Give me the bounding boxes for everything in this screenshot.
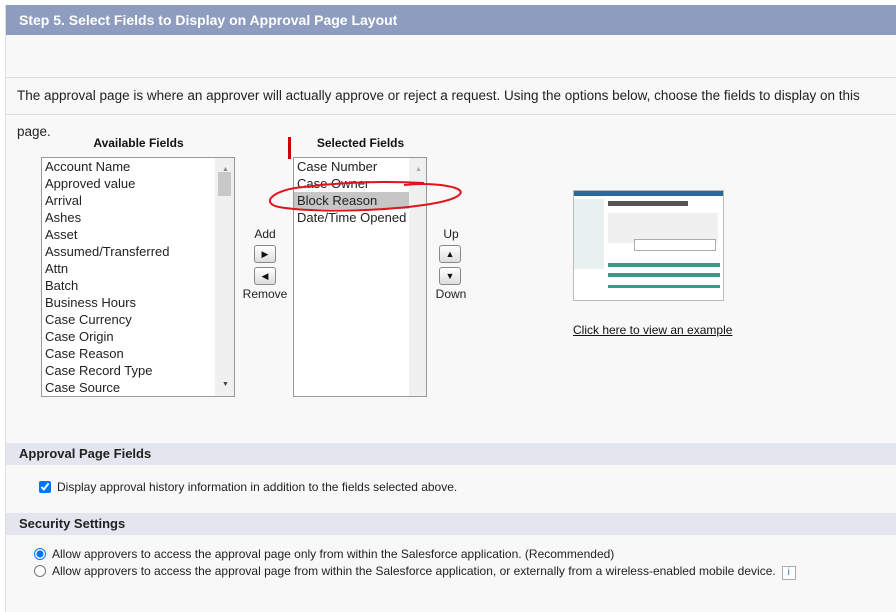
security-option-external[interactable]: Allow approvers to access the approval p… xyxy=(34,562,796,580)
example-thumbnail[interactable] xyxy=(573,190,724,301)
security-option-internal[interactable]: Allow approvers to access the approval p… xyxy=(34,547,614,561)
remove-label: Remove xyxy=(242,287,288,301)
approval-history-option[interactable]: Display approval history information in … xyxy=(39,480,457,494)
list-item[interactable]: Ashes xyxy=(42,209,234,226)
required-indicator xyxy=(288,137,291,159)
list-item[interactable]: Assumed/Transferred xyxy=(42,243,234,260)
approval-history-label: Display approval history information in … xyxy=(57,480,458,494)
scrollbar[interactable]: ▲ ▼ xyxy=(215,158,234,396)
list-item[interactable]: Account Name xyxy=(42,158,234,175)
list-item[interactable]: Business Hours xyxy=(42,294,234,311)
move-up-button[interactable]: ▲ xyxy=(439,245,461,263)
arrow-up-icon: ▲ xyxy=(445,249,455,259)
selected-fields-label: Selected Fields xyxy=(316,136,405,150)
list-item[interactable]: Batch xyxy=(42,277,234,294)
scroll-down-icon[interactable]: ▼ xyxy=(219,376,229,393)
security-option-label: Allow approvers to access the approval p… xyxy=(52,547,615,561)
up-label: Up xyxy=(443,227,459,241)
list-item[interactable]: Case Source xyxy=(42,379,234,396)
list-item[interactable]: Case Currency xyxy=(42,311,234,328)
list-item[interactable]: Case Origin xyxy=(42,328,234,345)
move-down-button[interactable]: ▼ xyxy=(439,267,461,285)
spacer xyxy=(6,35,896,78)
list-item[interactable]: Case Reason xyxy=(42,345,234,362)
view-example-link[interactable]: Click here to view an example xyxy=(573,323,732,337)
list-item[interactable]: Arrival xyxy=(42,192,234,209)
approval-history-checkbox[interactable] xyxy=(39,481,51,493)
info-icon[interactable]: i xyxy=(781,566,796,580)
scroll-up-icon[interactable]: ▲ xyxy=(219,161,229,178)
description: The approval page is where an approver w… xyxy=(6,78,896,139)
available-fields-list[interactable]: Account Name Approved value Arrival Ashe… xyxy=(41,157,235,397)
available-fields-label: Available Fields xyxy=(93,136,184,150)
arrow-right-icon: ▶ xyxy=(261,248,269,259)
remove-button[interactable]: ◀ xyxy=(254,267,276,285)
list-item[interactable]: Case Record Type xyxy=(42,362,234,379)
list-item[interactable]: Attn xyxy=(42,260,234,277)
add-label: Add xyxy=(254,227,276,241)
list-item[interactable]: Asset xyxy=(42,226,234,243)
list-item[interactable]: Case Number xyxy=(294,158,426,175)
security-radio-external[interactable] xyxy=(34,565,46,577)
scroll-up-icon[interactable]: ▲ xyxy=(412,161,422,178)
arrow-left-icon: ◀ xyxy=(261,270,269,281)
approval-page-fields-header: Approval Page Fields xyxy=(6,443,896,465)
security-settings-header: Security Settings xyxy=(6,513,896,535)
security-radio-internal[interactable] xyxy=(34,548,46,560)
list-item[interactable]: Approved value xyxy=(42,175,234,192)
down-label: Down xyxy=(435,287,467,301)
step-title: Step 5. Select Fields to Display on Appr… xyxy=(6,5,896,35)
security-option-label: Allow approvers to access the approval p… xyxy=(52,564,776,578)
approval-page-layout-step: Step 5. Select Fields to Display on Appr… xyxy=(5,5,896,612)
add-button[interactable]: ▶ xyxy=(254,245,276,263)
arrow-down-icon: ▼ xyxy=(445,271,455,281)
red-annotation-circle xyxy=(268,181,462,212)
